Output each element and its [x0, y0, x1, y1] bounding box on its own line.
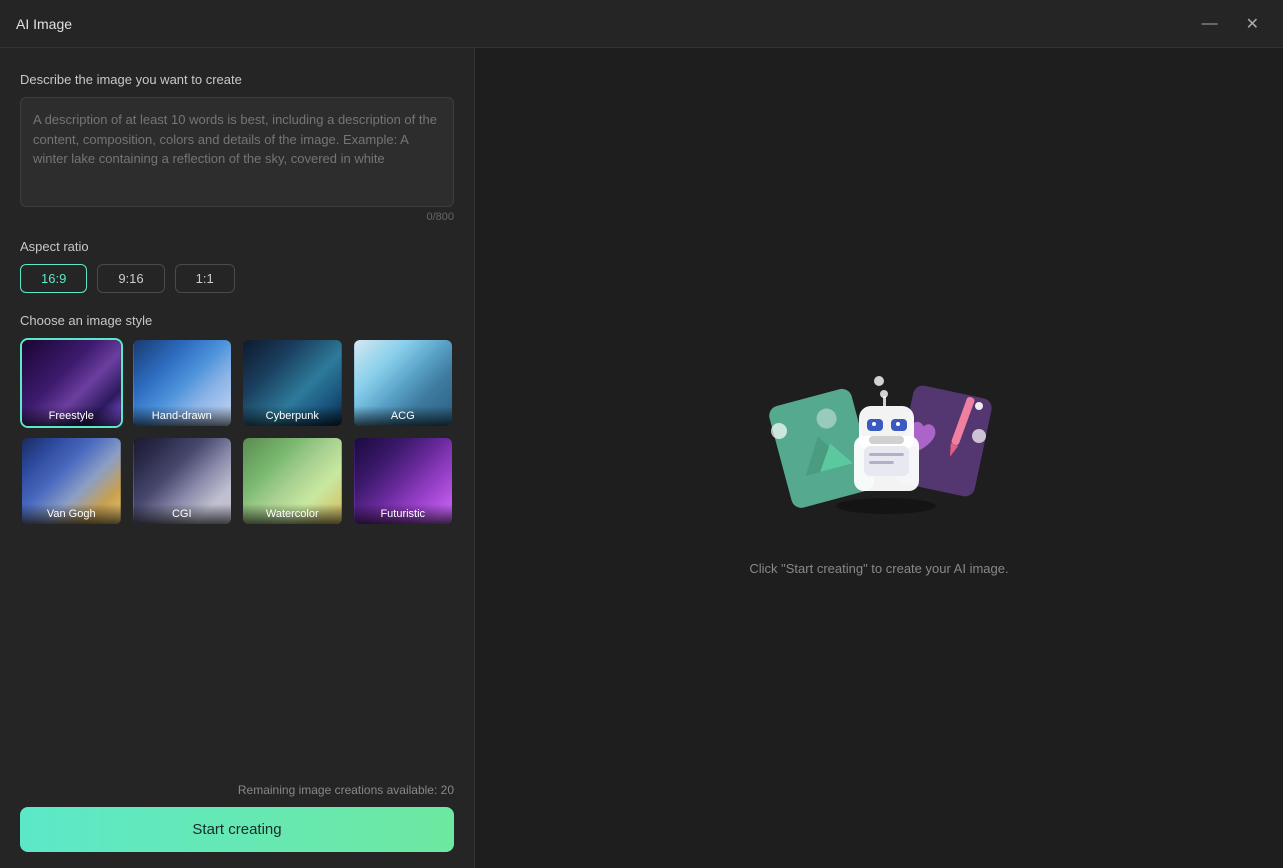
- style-label-hand-drawn: Hand-drawn: [133, 406, 232, 426]
- style-card-hand-drawn[interactable]: Hand-drawn: [131, 338, 234, 428]
- illustration-svg: [749, 341, 1009, 541]
- main-layout: Describe the image you want to create 0/…: [0, 48, 1283, 868]
- left-panel: Describe the image you want to create 0/…: [0, 48, 475, 868]
- style-card-cyberpunk[interactable]: Cyberpunk: [241, 338, 344, 428]
- style-label-futuristic: Futuristic: [354, 504, 453, 524]
- hint-text: Click "Start creating" to create your AI…: [749, 561, 1008, 576]
- style-card-futuristic[interactable]: Futuristic: [352, 436, 455, 526]
- style-card-cgi[interactable]: CGI: [131, 436, 234, 526]
- style-label-cgi: CGI: [133, 504, 232, 524]
- description-textarea[interactable]: [20, 97, 454, 207]
- style-label: Choose an image style: [20, 313, 454, 328]
- style-label-acg: ACG: [354, 406, 453, 426]
- title-bar-controls: — ✕: [1194, 10, 1267, 38]
- start-creating-button[interactable]: Start creating: [20, 807, 454, 852]
- aspect-btn-16-9[interactable]: 16:9: [20, 264, 87, 293]
- style-card-watercolor[interactable]: Watercolor: [241, 436, 344, 526]
- aspect-buttons: 16:9 9:16 1:1: [20, 264, 454, 293]
- bottom-section: Remaining image creations available: 20 …: [20, 767, 454, 852]
- style-card-van-gogh[interactable]: Van Gogh: [20, 436, 123, 526]
- style-card-freestyle[interactable]: Freestyle: [20, 338, 123, 428]
- aspect-ratio-label: Aspect ratio: [20, 239, 454, 254]
- style-label-watercolor: Watercolor: [243, 504, 342, 524]
- remaining-text: Remaining image creations available: 20: [20, 783, 454, 797]
- aspect-btn-9-16[interactable]: 9:16: [97, 264, 164, 293]
- minimize-button[interactable]: —: [1194, 10, 1226, 38]
- title-bar: AI Image — ✕: [0, 0, 1283, 48]
- style-grid: Freestyle Hand-drawn Cyberpunk ACG Van G…: [20, 338, 454, 526]
- style-label-van-gogh: Van Gogh: [22, 504, 121, 524]
- style-card-acg[interactable]: ACG: [352, 338, 455, 428]
- app-title: AI Image: [16, 16, 72, 32]
- aspect-btn-1-1[interactable]: 1:1: [175, 264, 235, 293]
- close-button[interactable]: ✕: [1238, 10, 1267, 38]
- char-count: 0/800: [20, 211, 454, 223]
- ai-illustration: [749, 341, 1009, 541]
- style-section: Choose an image style Freestyle Hand-dra…: [20, 313, 454, 526]
- description-label: Describe the image you want to create: [20, 72, 454, 87]
- right-panel: Click "Start creating" to create your AI…: [475, 48, 1283, 868]
- aspect-ratio-section: Aspect ratio 16:9 9:16 1:1: [20, 239, 454, 293]
- style-label-cyberpunk: Cyberpunk: [243, 406, 342, 426]
- style-label-freestyle: Freestyle: [22, 406, 121, 426]
